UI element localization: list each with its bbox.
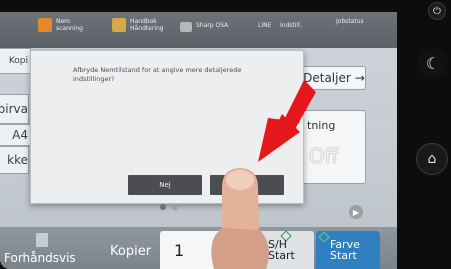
paper-select-button[interactable]: pirva [0,94,29,124]
page-indicator-dot [172,204,178,210]
bw-start-button[interactable]: S/H Start [258,230,314,269]
copies-input[interactable]: 1 [160,231,256,269]
book-icon [112,18,126,32]
scan-icon [38,18,52,32]
duplex-button[interactable]: kke [0,146,29,174]
home-icon[interactable]: ⌂ [416,143,448,175]
preview-icon [36,233,48,247]
power-icon[interactable]: ⏻ [428,2,446,20]
setting-value: Off [309,144,339,168]
osa-icon [180,22,192,32]
shortcut-sharp-osa[interactable]: Sharp OSA [180,22,228,32]
shortcut-easy-scan[interactable]: Nem scanning [38,18,83,32]
play-icon[interactable]: ▶ [349,205,363,219]
setting-button[interactable]: tning Off [302,110,366,184]
dialog-message: Afbryde Nemtilstand for at angive mere d… [73,66,242,83]
page-indicator-dot [160,204,166,210]
device-frame: Nem scanning Handbok Håndtering Sharp OS… [0,0,451,269]
copies-label-box: Kopier [110,244,152,259]
moon-icon[interactable]: ☾ [418,48,448,78]
shortcut-manual[interactable]: Handbok Håndtering [112,18,164,32]
tab-copy[interactable]: Kopi [0,48,31,74]
preview-button[interactable]: Forhåndsvis [0,231,96,269]
top-bar: Nem scanning Handbok Håndtering Sharp OS… [0,12,397,48]
color-start-button[interactable]: Farve Start [316,231,380,269]
details-button[interactable]: Detaljer → [302,66,366,90]
status-settings[interactable]: Indstill. [280,22,302,29]
job-status-button[interactable]: Jobstatus [336,18,364,25]
touch-screen: Nem scanning Handbok Håndtering Sharp OS… [0,12,397,269]
confirm-dialog: Afbryde Nemtilstand for at angive mere d… [30,50,304,204]
setting-label: tning [307,119,336,132]
bottom-bar: Forhåndsvis Kopier 1 S/H Start Farve Sta… [0,227,397,269]
yes-button[interactable]: Ja [210,175,284,195]
start-diamond-icon [318,231,330,243]
arrow-right-icon: → [354,71,365,85]
no-button[interactable]: Nej [128,175,202,195]
paper-size-button[interactable]: A4 [0,124,33,146]
status-line: LINE [258,22,272,29]
